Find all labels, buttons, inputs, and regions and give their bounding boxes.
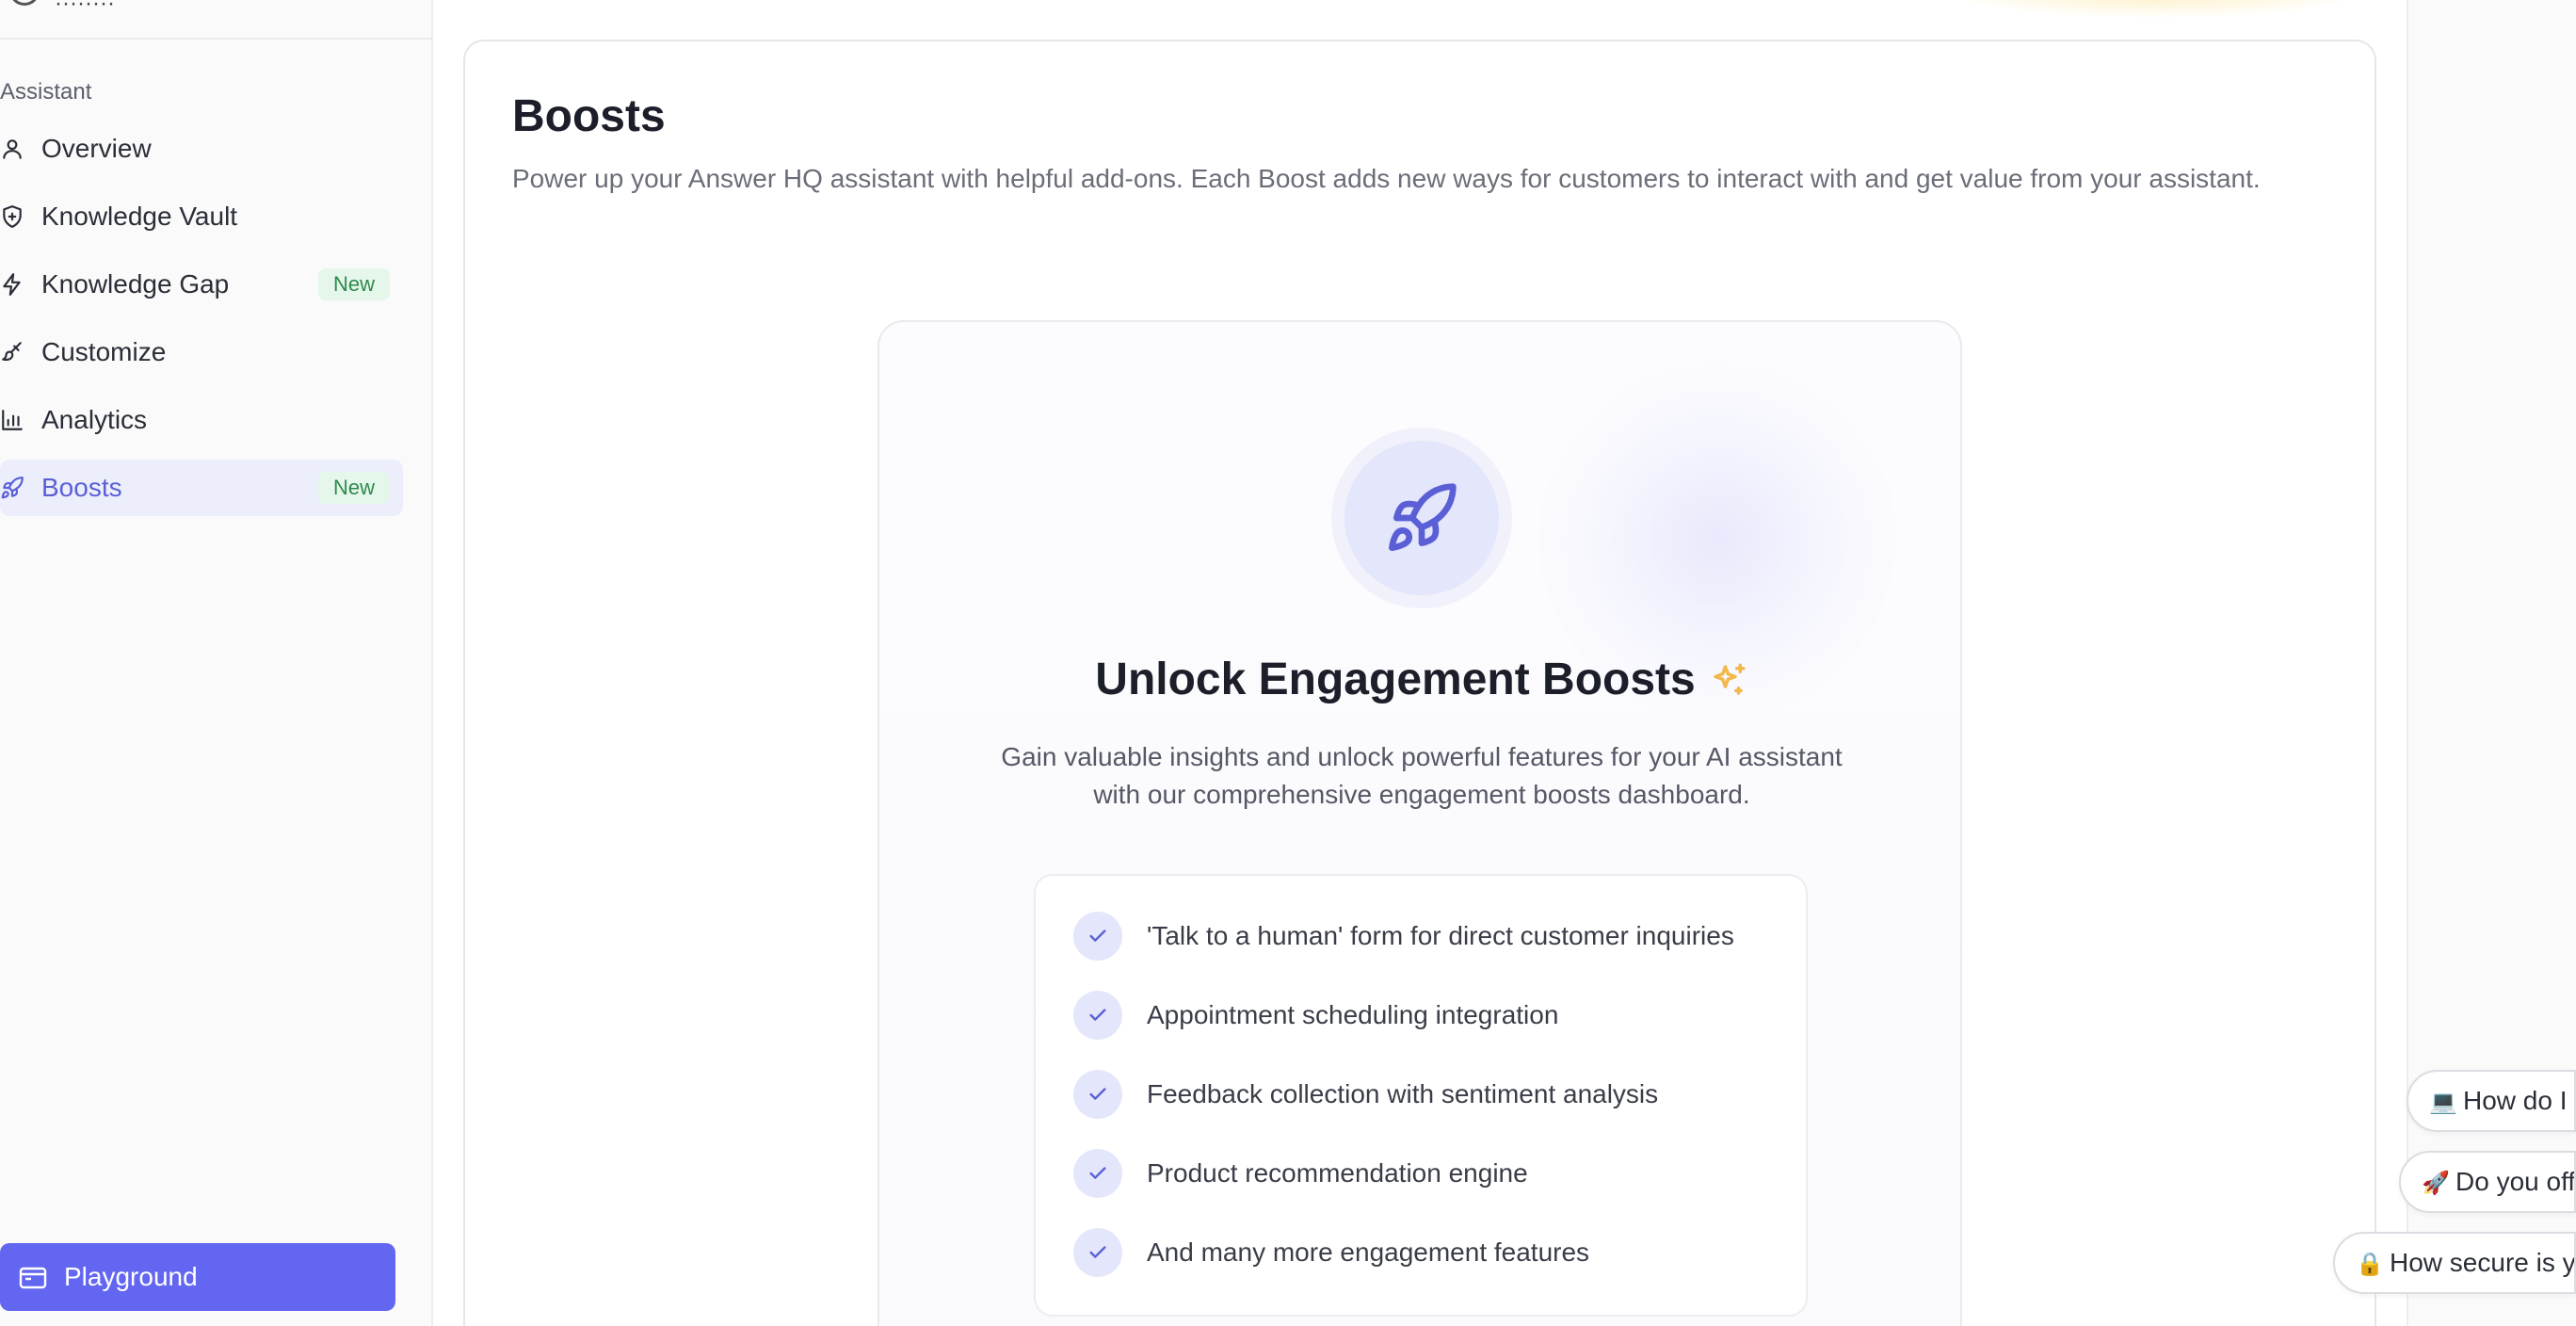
feature-item: 'Talk to a human' form for direct custom… (1036, 912, 1806, 961)
feature-item: And many more engagement features (1036, 1228, 1806, 1277)
suggestion-chip[interactable]: 💻 How do I (2407, 1070, 2576, 1132)
new-badge: New (317, 268, 390, 300)
feature-list: 'Talk to a human' form for direct custom… (1034, 874, 1808, 1317)
feature-text: Feedback collection with sentiment analy… (1147, 1079, 1659, 1108)
sidebar-nav: Overview Knowledge Vault Knowledge Gap N… (0, 121, 403, 527)
bar-chart-icon (0, 408, 24, 432)
sidebar-item-label: Knowledge Vault (41, 202, 238, 231)
rocket-icon (1389, 483, 1457, 551)
lightning-icon (0, 272, 24, 297)
suggestion-chip[interactable]: 🚀 Do you off (2399, 1151, 2576, 1213)
feature-text: Product recommendation engine (1147, 1158, 1528, 1188)
checkmark-icon (1073, 912, 1122, 961)
lock-icon: 🔒 (2356, 1251, 2384, 1277)
sidebar-item-customize[interactable]: Customize (0, 324, 403, 380)
feature-text: And many more engagement features (1147, 1237, 1590, 1267)
page-title: Boosts (512, 91, 666, 141)
sidebar-item-label: Overview (41, 134, 152, 163)
rocket-badge-inner (1344, 441, 1499, 595)
sidebar-item-analytics[interactable]: Analytics (0, 392, 403, 448)
playground-label: Playground (64, 1262, 198, 1291)
top-glow-decoration (1940, 0, 2373, 19)
playground-button[interactable]: Playground (0, 1243, 395, 1311)
promo-description: Gain valuable insights and unlock powerf… (1001, 742, 1843, 809)
checkmark-icon (1073, 1149, 1122, 1198)
checkmark-icon (1073, 1228, 1122, 1277)
engagement-boosts-card: Unlock Engagement Boosts Gain valuable i… (877, 320, 1962, 1326)
sparkle-icon (1709, 659, 1748, 699)
feature-text: Appointment scheduling integration (1147, 1000, 1559, 1029)
feature-item: Feedback collection with sentiment analy… (1036, 1070, 1806, 1119)
sidebar-item-knowledge-gap[interactable]: Knowledge Gap New (0, 256, 403, 313)
feature-text: 'Talk to a human' form for direct custom… (1147, 921, 1734, 950)
laptop-icon: 💻 (2429, 1089, 2457, 1115)
rocket-badge (1331, 428, 1512, 608)
paintbrush-icon (0, 340, 24, 364)
new-badge: New (317, 472, 390, 504)
page-description: Power up your Answer HQ assistant with h… (512, 164, 2261, 193)
workspace-avatar-icon[interactable] (9, 0, 40, 6)
browser-window-icon (19, 1266, 47, 1289)
sidebar-item-label: Knowledge Gap (41, 269, 230, 299)
feature-item: Appointment scheduling integration (1036, 991, 1806, 1040)
sidebar-item-overview[interactable]: Overview (0, 121, 403, 177)
chip-text: How secure is y (2390, 1248, 2576, 1277)
shield-icon (0, 204, 24, 229)
user-icon (0, 137, 24, 161)
checkmark-icon (1073, 1070, 1122, 1119)
rocket-icon: 🚀 (2422, 1170, 2450, 1196)
sidebar-item-knowledge-vault[interactable]: Knowledge Vault (0, 188, 403, 245)
divider (0, 38, 433, 40)
section-label-assistant: Assistant (0, 79, 92, 105)
checkmark-icon (1073, 991, 1122, 1040)
feature-item: Product recommendation engine (1036, 1149, 1806, 1198)
sidebar-item-label: Customize (41, 337, 167, 366)
sidebar-item-label: Analytics (41, 405, 148, 434)
rocket-icon (0, 476, 24, 500)
workspace-name[interactable]: ········ (55, 0, 115, 17)
chip-text: Do you off (2455, 1167, 2576, 1196)
promo-title-text: Unlock Engagement Boosts (1095, 655, 1696, 704)
chip-text: How do I (2463, 1086, 2568, 1115)
sidebar-item-label: Boosts (41, 473, 122, 502)
suggestion-chip[interactable]: 🔒 How secure is y (2333, 1232, 2576, 1294)
promo-title: Unlock Engagement Boosts (879, 654, 1960, 705)
sidebar-item-boosts[interactable]: Boosts New (0, 460, 403, 516)
sidebar: ········ Assistant Overview Knowledge Va… (0, 0, 433, 1326)
